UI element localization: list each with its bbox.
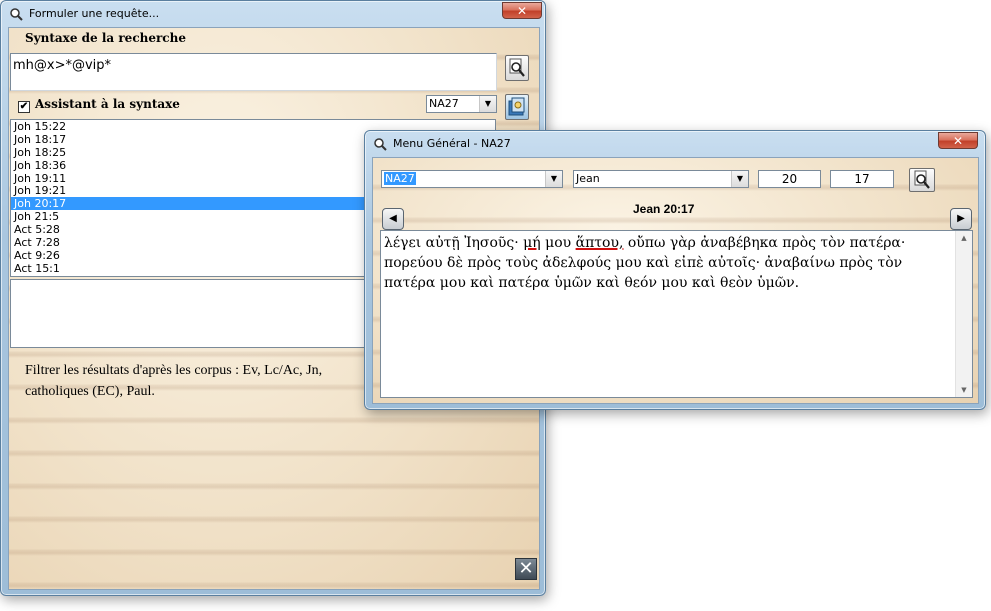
query-window-title: Formuler une requête...	[29, 7, 160, 20]
menu-window-title: Menu Général - NA27	[393, 137, 511, 150]
menu-window-close-button[interactable]: ✕	[938, 132, 978, 149]
assistant-check-mark: ✔	[18, 101, 30, 113]
scroll-down-icon[interactable]: ▼	[956, 383, 972, 397]
book-select-value: Jean	[576, 172, 600, 185]
chevron-down-icon: ▼	[731, 171, 748, 187]
scroll-up-icon[interactable]: ▲	[956, 231, 972, 245]
book-select[interactable]: Jean ▼	[573, 170, 749, 188]
edition-select-value: NA27	[384, 172, 416, 185]
verse-text-segment: μου	[540, 235, 576, 251]
chapter-input[interactable]: 20	[758, 170, 821, 188]
chevron-down-icon: ▼	[479, 96, 496, 112]
magnifier-icon	[914, 170, 930, 189]
previous-verse-button[interactable]: ◀	[382, 208, 404, 230]
assistant-label: Assistant à la syntaxe	[35, 97, 180, 111]
query-window-titlebar[interactable]: Formuler une requête... ✕	[1, 1, 545, 27]
magnifier-icon	[509, 58, 525, 77]
verse-text: λέγει αὐτῇ Ἰησοῦς· μή μου ἅπτου, οὔπω γὰ…	[384, 233, 949, 293]
corpus-select[interactable]: NA27 ▼	[426, 95, 497, 113]
search-document-icon	[374, 138, 387, 151]
verse-input[interactable]: 17	[830, 170, 894, 188]
syntax-input[interactable]: mh@x>*@vip*	[10, 53, 497, 91]
verse-text-scrollbar[interactable]: ▲ ▼	[955, 231, 972, 397]
search-document-icon	[10, 8, 23, 21]
next-verse-button[interactable]: ▶	[950, 208, 972, 230]
highlighted-word[interactable]: μή	[523, 235, 541, 251]
close-panel-button[interactable]: ✕	[515, 558, 537, 580]
syntax-section-label: Syntaxe de la recherche	[25, 31, 186, 45]
query-window-close-button[interactable]: ✕	[502, 2, 542, 19]
go-search-button[interactable]	[909, 168, 935, 192]
edition-select[interactable]: NA27 ▼	[381, 170, 563, 188]
menu-window-client: NA27 ▼ Jean ▼ 20 17 ◀ Jean 20:17 ▶ λέγει…	[372, 157, 979, 404]
syntax-assistant-checkbox[interactable]: ✔ Assistant à la syntaxe	[18, 97, 180, 113]
highlighted-word[interactable]: ἅπτου,	[576, 235, 624, 251]
corpus-select-value: NA27	[429, 97, 459, 110]
reference-title: Jean 20:17	[633, 202, 695, 216]
corpus-filter-help: Filtrer les résultats d'après les corpus…	[25, 363, 323, 399]
book-icon	[508, 97, 525, 116]
menu-window-titlebar[interactable]: Menu Général - NA27 ✕	[365, 131, 985, 157]
chevron-down-icon: ▼	[545, 171, 562, 187]
general-menu-window: Menu Général - NA27 ✕ NA27 ▼ Jean ▼ 20 1…	[364, 130, 986, 410]
verse-text-segment: λέγει αὐτῇ Ἰησοῦς·	[384, 235, 524, 251]
verse-text-box[interactable]: λέγει αὐτῇ Ἰησοῦς· μή μου ἅπτου, οὔπω γὰ…	[380, 230, 973, 398]
book-tool-button[interactable]	[505, 94, 529, 120]
search-button[interactable]	[505, 55, 529, 81]
